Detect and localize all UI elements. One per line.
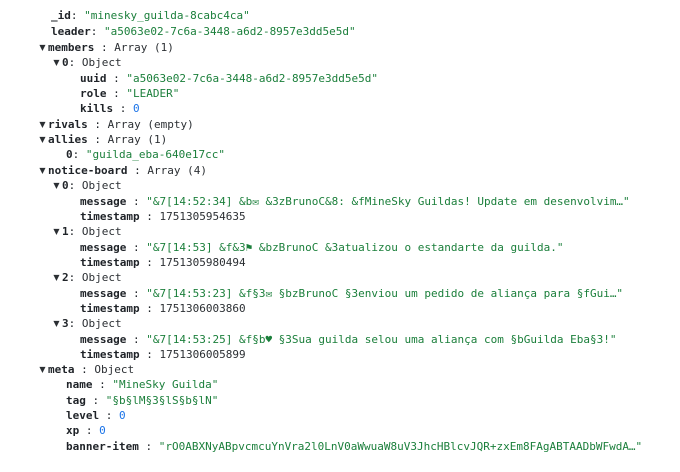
caret-down-icon[interactable]: ▼: [51, 55, 62, 70]
caret-down-icon[interactable]: ▼: [37, 117, 48, 132]
field-row-allies[interactable]: ▼ allies : Array (1): [37, 132, 167, 147]
field-row-meta[interactable]: ▼ meta : Object: [37, 362, 134, 377]
field-key: leader: [51, 25, 91, 38]
field-row-notice-1-message: message : "&7[14:53] &f&3⚑ &bzBrunoC &3a…: [80, 241, 564, 254]
field-row-meta-banner-item: banner-item : "rO0ABXNyABpvcmcuYnVra2l0L…: [66, 440, 643, 453]
field-key: meta: [48, 363, 75, 376]
field-key: timestamp: [80, 348, 140, 361]
field-row-notice-2-message: message : "&7[14:53:23] &f§3✉ §bzBrunoC …: [80, 287, 624, 300]
caret-down-icon[interactable]: ▼: [51, 178, 62, 193]
field-key: 1: [62, 225, 69, 238]
field-key: allies: [48, 133, 88, 146]
field-key: message: [80, 195, 127, 208]
field-key: level: [66, 409, 100, 422]
field-value: "a5063e02-7c6a-3448-a6d2-8957e3dd5e5d": [126, 72, 379, 85]
field-row-notice-0[interactable]: ▼ 0: Object: [51, 178, 122, 193]
field-value: 1751306005899: [159, 348, 246, 361]
field-value: "rO0ABXNyABpvcmcuYnVra2l0LnV0aWwuaW8uV3J…: [158, 440, 643, 453]
field-row-id: _id: "minesky_guilda-8cabc4ca": [51, 9, 250, 22]
field-row-kills: kills : 0: [80, 102, 140, 115]
field-type: Array (1): [107, 133, 168, 146]
field-row-leader: leader: "a5063e02-7c6a-3448-a6d2-8957e3d…: [51, 25, 356, 38]
caret-down-icon[interactable]: ▼: [51, 316, 62, 331]
field-type: Object: [81, 271, 122, 284]
field-row-notice-1-timestamp: timestamp : 1751305980494: [80, 256, 246, 269]
field-value: "guilda_eba-640e17cc": [85, 148, 225, 161]
field-row-notice-2-timestamp: timestamp : 1751306003860: [80, 302, 246, 315]
field-key: _id: [51, 9, 71, 22]
field-key: message: [80, 333, 127, 346]
field-type: Array (1): [114, 41, 174, 54]
field-key: tag: [66, 394, 86, 407]
field-value: 1751305954635: [159, 210, 246, 223]
field-type: Object: [81, 56, 122, 69]
field-key: timestamp: [80, 210, 140, 223]
caret-down-icon[interactable]: ▼: [37, 362, 48, 377]
field-row-notice-3-message: message : "&7[14:53:25] &f§b♥ §3Sua guil…: [80, 333, 617, 346]
field-type: Object: [81, 317, 122, 330]
caret-down-icon[interactable]: ▼: [51, 224, 62, 239]
field-row-notice-0-message: message : "&7[14:52:34] &b✉ &3zBrunoC&8:…: [80, 195, 630, 208]
field-row-role: role : "LEADER": [80, 87, 180, 100]
field-key: timestamp: [80, 256, 140, 269]
field-row-notice-3[interactable]: ▼ 3: Object: [51, 316, 122, 331]
field-key: message: [80, 287, 127, 300]
field-value: 0: [99, 424, 106, 437]
field-row-rivals[interactable]: ▼ rivals : Array (empty): [37, 117, 194, 132]
field-value: "&7[14:53] &f&3⚑ &bzBrunoC &3atualizou o…: [146, 241, 564, 254]
field-value: "&7[14:52:34] &b✉ &3zBrunoC&8: &fMineSky…: [146, 195, 630, 208]
field-value: 0: [133, 102, 140, 115]
caret-down-icon[interactable]: ▼: [51, 270, 62, 285]
field-key: kills: [80, 102, 114, 115]
field-value: "&7[14:53:25] &f§b♥ §3Sua guilda selou u…: [146, 333, 617, 346]
field-key: timestamp: [80, 302, 140, 315]
field-row-notice-board[interactable]: ▼ notice-board : Array (4): [37, 163, 207, 178]
field-value: 1751306003860: [159, 302, 246, 315]
field-value: "§b§lM§3§lS§b§lN": [105, 394, 219, 407]
field-type: Object: [81, 179, 122, 192]
field-key: 0: [66, 148, 73, 161]
field-type: Array (empty): [107, 118, 194, 131]
field-type: Object: [94, 363, 135, 376]
field-row-notice-2[interactable]: ▼ 2: Object: [51, 270, 122, 285]
field-key: uuid: [80, 72, 107, 85]
field-value: "a5063e02-7c6a-3448-a6d2-8957e3dd5e5d": [104, 25, 356, 38]
field-row-members[interactable]: ▼ members : Array (1): [37, 40, 174, 55]
field-value: "&7[14:53:23] &f§3✉ §bzBrunoC §3enviou u…: [146, 287, 624, 300]
field-key: banner-item: [66, 440, 139, 453]
field-key: 0: [62, 179, 69, 192]
field-row-ally-0: 0: "guilda_eba-640e17cc": [66, 148, 225, 161]
field-row-meta-tag: tag : "§b§lM§3§lS§b§lN": [66, 394, 219, 407]
field-value: 0: [119, 409, 126, 422]
field-key: xp: [66, 424, 80, 437]
field-value: "LEADER": [126, 87, 180, 100]
field-row-notice-3-timestamp: timestamp : 1751306005899: [80, 348, 246, 361]
caret-down-icon[interactable]: ▼: [37, 40, 48, 55]
field-row-meta-level: level : 0: [66, 409, 126, 422]
field-key: members: [48, 41, 95, 54]
field-key: message: [80, 241, 127, 254]
caret-down-icon[interactable]: ▼: [37, 163, 48, 178]
field-value: 1751305980494: [159, 256, 246, 269]
field-key: rivals: [48, 118, 88, 131]
field-key: 3: [62, 317, 69, 330]
field-type: Array (4): [147, 164, 207, 177]
field-row-member-0[interactable]: ▼ 0: Object: [51, 55, 122, 70]
field-value: "MineSky Guilda": [112, 378, 219, 391]
field-key: role: [80, 87, 107, 100]
field-type: Object: [81, 225, 122, 238]
field-key: 2: [62, 271, 69, 284]
field-row-uuid: uuid : "a5063e02-7c6a-3448-a6d2-8957e3dd…: [80, 72, 379, 85]
field-value: "minesky_guilda-8cabc4ca": [84, 9, 250, 22]
field-key: 0: [62, 56, 69, 69]
field-key: name: [66, 378, 93, 391]
field-row-meta-name: name : "MineSky Guilda": [66, 378, 219, 391]
caret-down-icon[interactable]: ▼: [37, 132, 48, 147]
field-row-meta-xp: xp : 0: [66, 424, 106, 437]
field-row-notice-1[interactable]: ▼ 1: Object: [51, 224, 122, 239]
field-row-notice-0-timestamp: timestamp : 1751305954635: [80, 210, 246, 223]
field-key: notice-board: [48, 164, 128, 177]
